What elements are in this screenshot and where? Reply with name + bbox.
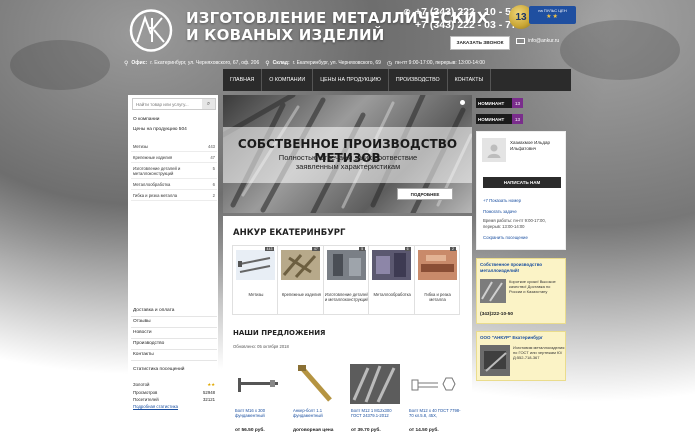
product-image [298,365,332,402]
promo-company[interactable]: ООО "АНКУР" Екатеринбург Изготовим метал… [476,331,566,381]
updated-date: Обновлено: 05 октября 2018 [233,344,289,349]
nav-item-contacts[interactable]: КОНТАКТЫ [448,69,492,91]
sidebar-item-production[interactable]: Производство [131,339,217,350]
company-logo[interactable] [126,8,176,53]
sidebar-link-prices[interactable]: Цены на продукцию 504 [133,127,187,132]
write-us-button[interactable]: НАПИСАТЬ НАМ [483,177,561,188]
category-tile[interactable]: 5 Изготовление деталей и металлоконструк… [322,245,370,315]
working-hours: пн-пт 9:00-17:00, перерыв: 13:00-14:00 [395,60,485,66]
pin-icon: ⚲ [124,60,129,67]
count-badge: 6 [404,247,411,251]
left-sidebar: ⌕ О компании Цены на продукцию 504 Метиз… [128,95,218,425]
category-item[interactable]: Гибка и резка металла 2 [131,190,217,201]
stats-block: Золотой ★★ Просмотров 52948 Посетителей 321… [131,382,217,410]
manager-hours: Время работы: пн-пт 9:00-17:00, перерыв:… [483,218,546,229]
category-tile[interactable]: 2 Гибка и резка металла [413,245,460,315]
pulse-badge[interactable]: на ПУЛЬС ЦЕН ★★ [529,6,576,24]
offers-heading: НАШИ ПРЕДЛОЖЕНИЯ [233,329,326,337]
product-card[interactable]: Болт М12 х 40 ГОСТ 7798-70 кл.5.8, 45Х, … [406,362,464,435]
promo-production[interactable]: Собственное производство металлоизделий!… [476,258,566,324]
category-tile[interactable]: 6 Металлообработка [368,245,415,315]
product-list: Болт М16 х 300 фундаментный от 56.50 руб… [232,362,464,435]
show-phone-link[interactable]: +7 Показать номер [483,198,521,203]
count-badge: 443 [264,247,275,251]
address-bar: ⚲ Офис: г. Екатеринбург, ул. Черняховского… [124,60,485,67]
pin-icon: ⚲ [265,60,270,67]
category-list: Метизы 443 Крепежные изделия 47 Изготовлен… [131,141,217,201]
tile-image [236,250,275,280]
stats-title: Статистика посещений [133,367,185,372]
phone-number[interactable]: +7 (343) 222 - 10 - 50 [415,6,517,19]
rating-stars: ★★ [207,382,215,387]
nav-item-production[interactable]: ПРОИЗВОДСТВО [389,69,448,91]
product-card[interactable]: Болт М12 1 М12х300 ГОСТ 24379.1-2012 от … [348,362,406,435]
nav-item-prices[interactable]: ЦЕНЫ НА ПРОДУКЦИЮ [313,69,389,91]
count-badge: 47 [311,247,320,251]
sidebar-menu: Доставка и оплата Отзывы Новости Произво… [131,306,217,361]
nominee-badge[interactable]: НОМИНАНТ 13 [476,114,526,124]
manager-name: Хазиахмое Ильдар Ильфатович [510,140,550,151]
category-tile[interactable]: 443 Метизы [232,245,279,315]
search-input[interactable] [133,99,202,109]
category-item[interactable]: Металлообработка 6 [131,179,217,190]
category-item[interactable]: Крепежные изделия 47 [131,152,217,163]
product-card[interactable]: Болт М16 х 300 фундаментный от 56.50 руб… [232,362,290,435]
promo-image [480,279,506,303]
phone-block: ✆ +7 (343) 222 - 10 - 50 +7 (343) 222 - 0… [403,6,517,32]
background-bolts [560,20,680,80]
mail-icon [516,38,525,44]
category-tile[interactable]: 47 Крепежные изделия [277,245,324,315]
avatar [482,138,506,162]
more-button[interactable]: ПОДРОБНЕЕ [397,188,453,200]
user-icon [487,144,501,158]
rating-badges: НОМИНАНТ 13 НОМИНАНТ 13 [476,98,526,130]
ask-link[interactable]: Помогать задаче [483,209,517,214]
category-tiles: 443 Метизы 47 Крепежные изделия 5 Изгото… [232,245,464,315]
promo-image [480,345,510,376]
sidebar-item-reviews[interactable]: Отзывы [131,317,217,328]
category-item[interactable]: Изготовление деталей и металлоконструкци… [131,163,217,179]
sidebar-item-news[interactable]: Новости [131,328,217,339]
clock-icon: ◷ [386,60,393,67]
nav-item-about[interactable]: О КОМПАНИИ [262,69,314,91]
product-image [350,364,400,404]
nominee-badge[interactable]: НОМИНАНТ 13 [476,98,526,108]
category-item[interactable]: Метизы 443 [131,141,217,152]
warehouse-address: г. Екатеринбург, ул. Черняховского, 69 [292,60,381,66]
tile-image [417,250,457,280]
banner-subtitle: Полностью отвечаем за их соотвествие зая… [278,153,418,171]
sidebar-item-contacts[interactable]: Контакты [131,350,217,361]
tile-image [372,250,412,280]
product-image [411,377,456,391]
email-link[interactable]: info@ankur.ru [516,38,559,44]
promo-phone[interactable]: (343)222-10-50 [480,312,513,317]
stats-detail-link[interactable]: Подробная статистика [131,403,217,410]
company-heading: АНКУР ЕКАТЕРИНБУРГ [233,228,346,238]
order-call-button[interactable]: ЗАКАЗАТЬ ЗВОНОК [450,36,510,50]
tile-image [281,250,321,280]
manager-card: Хазиахмое Ильдар Ильфатович НАПИСАТЬ НАМ… [476,131,566,250]
sidebar-link-company[interactable]: О компании [133,117,159,122]
rating-stars: ★★ [546,14,559,20]
office-address: г. Екатеринбург, ул. Черняховского, 67, … [150,60,260,66]
product-card[interactable]: Анкер-болт 1.1 фундаментный договорная ц… [290,362,348,435]
count-badge: 2 [450,247,456,251]
nav-item-home[interactable]: ГЛАВНАЯ [223,69,263,91]
sidebar-item-delivery[interactable]: Доставка и оплата [131,306,217,317]
main-nav: ГЛАВНАЯ О КОМПАНИИ ЦЕНЫ НА ПРОДУКЦИЮ ПРО… [223,69,571,91]
search-icon[interactable]: ⌕ [202,99,215,109]
save-visit-link[interactable]: Сохранить посещение [483,235,528,240]
slider-dot[interactable] [460,100,465,105]
phone-number[interactable]: +7 (343) 222 - 03 - 77 [415,19,517,32]
hero-banner: СОБСТВЕННОЕ ПРОИЗВОДСТВО МЕТИЗОВ Полност… [223,95,472,213]
product-image [238,378,278,392]
tile-image [326,250,366,280]
search-box: ⌕ [132,98,216,110]
background-bolts [10,40,110,90]
count-badge: 5 [359,247,366,251]
phone-icon: ✆ [403,8,411,17]
